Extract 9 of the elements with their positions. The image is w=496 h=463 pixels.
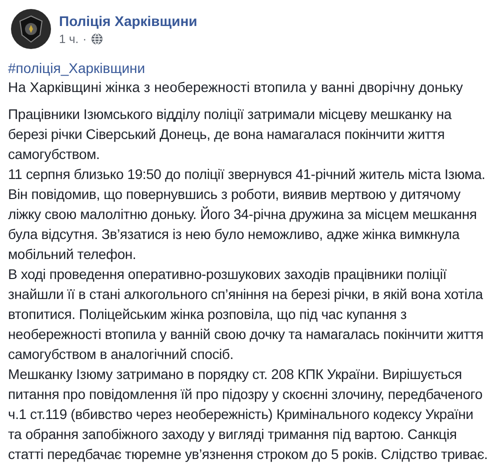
post-paragraph: Мешканку Ізюму затримано в порядку ст. 208 КПК України. Вирішується питання про повідомлення їй про підозру у скоєнні злочину, передбаченого ч.1 ст.119 (вбивство через необережність) Кримінального кодексу України та обрання запобіжного заходу у вигляді тримання під вартою. Санкція статті передбачає тюремне ув’язнення строком до 5 років. Слідство триває. xyxy=(8,365,489,463)
hashtag-link[interactable]: #поліція_Харківщини xyxy=(8,59,492,78)
post-headline: На Харківщині жінка з необережності втопила у ванні дворічну доньку xyxy=(8,78,464,97)
timestamp-link[interactable]: 1 ч. xyxy=(59,32,79,46)
post-paragraph: Працівники Ізюмського відділу поліції затримали місцеву мешканку на березі річки Сіверський Донець, де вона намагалася покінчити життя самогубством. xyxy=(8,105,453,164)
post-paragraph: 11 серпня близько 19:50 до поліції звернувся 41-річний житель міста Ізюма. Він повідомив, що повернувшись з роботи, виявив мертвою у дитячому ліжку свою малолітню доньку. Його 34-річна дружина за місцем мешкання була відсутня. Зв’язатися із нею було неможливо, адже жінка вимкнула мобільний телефон. xyxy=(8,165,486,264)
page-name-link[interactable]: Поліція Харківщини xyxy=(59,12,198,28)
post-paragraph: В ході проведення оперативно-розшукових заходів працівники поліції знайшли її в стані алкогольного сп’яніння на березі річки, в якій вона хотіла втопитися. Поліцейським жінка розповіла, що під час купання з необережності втопила у ванній свою дочку та намагалась покінчити життя самогубством в аналогічний спосіб. xyxy=(8,265,484,364)
separator: · xyxy=(82,32,87,46)
